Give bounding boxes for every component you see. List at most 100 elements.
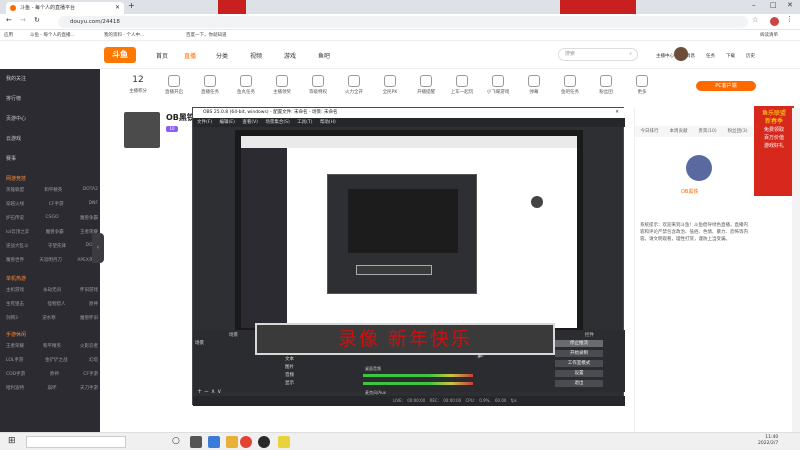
- tab-today-rank[interactable]: 今日排行: [640, 126, 658, 137]
- pc-client-button[interactable]: PC客户端: [696, 81, 756, 91]
- feature-item[interactable]: 鱼丸任务: [228, 75, 264, 95]
- bookmark-item[interactable]: 斗鱼 - 每个人的直播...: [30, 32, 75, 38]
- feature-item[interactable]: 直播任务: [192, 75, 228, 95]
- sidebar-game-link[interactable]: 崩坏: [48, 385, 57, 391]
- profile-avatar[interactable]: [770, 17, 779, 26]
- sidebar-game-link[interactable]: 生死狙击: [6, 301, 24, 307]
- sidebar-game-link[interactable]: 和平精英: [43, 343, 61, 349]
- sidebar-collapse-icon[interactable]: ‹: [92, 233, 104, 263]
- new-tab-icon[interactable]: +: [128, 1, 135, 10]
- close-window-icon[interactable]: ✕: [787, 1, 793, 9]
- page-scrollbar[interactable]: [792, 108, 800, 432]
- search-input[interactable]: 搜索 ⌕: [558, 48, 638, 61]
- sidebar-game-link[interactable]: CF手游: [83, 371, 98, 377]
- settings-button[interactable]: 设置: [555, 370, 603, 377]
- obs-menu-edit[interactable]: 编辑(E): [220, 120, 235, 125]
- feature-item[interactable]: 主播领奖: [264, 75, 300, 95]
- url-field[interactable]: douyu.com/24418: [58, 16, 748, 28]
- start-recording-button[interactable]: 开始录制: [555, 350, 603, 357]
- sidebar-game-link[interactable]: 怪物猎人: [48, 301, 66, 307]
- nav-live[interactable]: 直播: [184, 51, 196, 60]
- sidebar-game-link[interactable]: 幻塔: [89, 357, 98, 363]
- feature-item[interactable]: 小飞碟游戏: [480, 75, 516, 95]
- nav-home[interactable]: 首页: [156, 51, 168, 60]
- bookmark-item[interactable]: 应用: [4, 32, 13, 38]
- sidebar-game-link[interactable]: 和平精英: [44, 187, 62, 193]
- header-link-anchor[interactable]: 主播中心: [656, 53, 674, 59]
- sidebar-game-link[interactable]: 火影忍者: [80, 343, 98, 349]
- tab-vip[interactable]: 贵宾(10): [698, 126, 716, 137]
- sidebar-game-link[interactable]: lol云顶之弈: [6, 229, 29, 235]
- user-avatar[interactable]: [674, 47, 688, 61]
- sidebar-game-link[interactable]: 永劫无间: [43, 287, 61, 293]
- star-icon[interactable]: ☆: [752, 16, 758, 24]
- sidebar-game-link[interactable]: DNF: [89, 201, 98, 207]
- taskbar-search-box[interactable]: [26, 436, 126, 448]
- feature-item[interactable]: 弹幕: [516, 75, 552, 95]
- reading-list[interactable]: 阅读清单: [760, 32, 778, 38]
- minimize-icon[interactable]: –: [752, 1, 756, 9]
- obs-menu-help[interactable]: 帮助(H): [320, 120, 336, 125]
- obs-close-icon[interactable]: ✕: [615, 108, 619, 118]
- feature-item[interactable]: 开播提醒: [408, 75, 444, 95]
- header-link-download[interactable]: 下载: [726, 53, 735, 59]
- obs-menu-view[interactable]: 查看(V): [242, 120, 258, 125]
- feature-item[interactable]: 等级特权: [300, 75, 336, 95]
- sidebar-game-link[interactable]: 原神: [50, 371, 59, 377]
- sidebar-game-link[interactable]: LOL手游: [6, 357, 23, 363]
- sidebar-game-link[interactable]: 原神: [89, 301, 98, 307]
- maximize-icon[interactable]: □: [770, 1, 777, 9]
- feature-item[interactable]: 粉丝团: [588, 75, 624, 95]
- sidebar-game-link[interactable]: COD手游: [6, 371, 25, 377]
- forward-icon[interactable]: →: [20, 16, 26, 24]
- sidebar-game-link[interactable]: 剑网3: [6, 315, 18, 321]
- obs-menu-tools[interactable]: 工具(T): [297, 120, 312, 125]
- search-icon[interactable]: ⌕: [629, 49, 632, 60]
- nav-game[interactable]: 游戏: [284, 51, 296, 60]
- sidebar-game-link[interactable]: 魔兽世界: [6, 257, 24, 263]
- sidebar-game-link[interactable]: 穿越火线: [6, 201, 24, 207]
- sidebar-game-link[interactable]: 主机游戏: [6, 287, 24, 293]
- sidebar-game-link[interactable]: CF手游: [49, 201, 64, 207]
- bookmark-item[interactable]: 百度一下，你就知道: [186, 32, 227, 38]
- sidebar-game-link[interactable]: 逆水寒: [42, 315, 56, 321]
- sidebar-game-link[interactable]: CSGO: [45, 215, 58, 221]
- stop-streaming-button[interactable]: 停止推流: [555, 340, 603, 347]
- sidebar-game-link[interactable]: 逆战大乱斗: [6, 243, 29, 249]
- nav-category[interactable]: 分类: [216, 51, 228, 60]
- browser-tab[interactable]: 斗鱼 - 每个人的直播平台 ✕: [6, 2, 124, 14]
- sidebar-game-link[interactable]: 炉石传说: [6, 215, 24, 221]
- scene-item[interactable]: 场景: [195, 340, 204, 346]
- sidebar-item-follow[interactable]: 我的关注: [6, 75, 26, 82]
- exit-button[interactable]: 退出: [555, 380, 603, 387]
- streamer-avatar[interactable]: [124, 112, 160, 148]
- back-icon[interactable]: ←: [6, 16, 12, 24]
- obs-icon[interactable]: [258, 436, 270, 448]
- sidebar-game-link[interactable]: 守望先锋: [48, 243, 66, 249]
- menu-icon[interactable]: ⋮: [786, 15, 793, 23]
- sidebar-item-webgame[interactable]: 页游中心: [6, 115, 26, 122]
- tab-week-contrib[interactable]: 本周贡献: [669, 126, 687, 137]
- sidebar-game-link[interactable]: 天刀手游: [80, 385, 98, 391]
- add-scene-icon[interactable]: + − ∧ ∨: [197, 388, 222, 395]
- streamer-avatar-large[interactable]: [686, 155, 712, 181]
- sidebar-game-link[interactable]: 英雄联盟: [6, 187, 24, 193]
- feature-item[interactable]: 12 主播积分: [120, 75, 156, 94]
- taskbar-app-icon[interactable]: [278, 436, 290, 448]
- sidebar-item-cloudgame[interactable]: 云游戏: [6, 135, 21, 142]
- source-item-display[interactable]: 显示: [285, 380, 294, 386]
- windows-start-icon[interactable]: ⊞: [8, 436, 16, 446]
- sidebar-game-link[interactable]: 金铲铲之战: [45, 357, 68, 363]
- system-clock[interactable]: 11:40 2022/2/7: [758, 435, 778, 447]
- task-view-icon[interactable]: ○: [172, 436, 180, 446]
- source-item-image[interactable]: 图片: [285, 364, 294, 370]
- sidebar-game-link[interactable]: DOTA2: [83, 187, 98, 193]
- sidebar-game-link[interactable]: 魔兽怀旧: [80, 315, 98, 321]
- sidebar-game-link[interactable]: 王者荣耀: [6, 343, 24, 349]
- feature-item[interactable]: 鱼吧任务: [552, 75, 588, 95]
- bookmark-item[interactable]: 我的资料 - 个人中...: [104, 32, 144, 38]
- feature-item[interactable]: 直播开启: [156, 75, 192, 95]
- folder-icon[interactable]: [226, 436, 238, 448]
- reload-icon[interactable]: ↻: [34, 16, 40, 24]
- feature-item[interactable]: 火力全开: [336, 75, 372, 95]
